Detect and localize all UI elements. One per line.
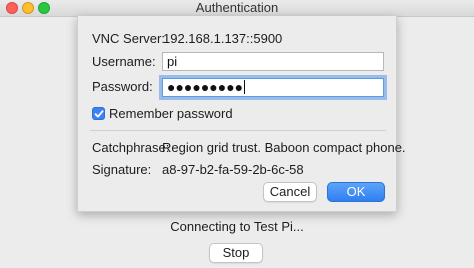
- signature-value: a8-97-b2-fa-59-2b-6c-58: [162, 162, 304, 177]
- catchphrase-label: Catchphrase:: [92, 140, 170, 155]
- ok-button[interactable]: OK: [327, 182, 385, 202]
- text-caret: [244, 80, 246, 94]
- password-field[interactable]: ●●●●●●●●●: [162, 78, 384, 97]
- connection-status-text: Connecting to Test Pi...: [170, 219, 304, 234]
- checkmark-icon: [94, 110, 104, 118]
- stop-button[interactable]: Stop: [209, 243, 263, 263]
- password-label: Password:: [92, 79, 153, 94]
- section-divider: [90, 130, 386, 131]
- catchphrase-value: Region grid trust. Baboon compact phone.: [162, 140, 406, 155]
- title-bar: Authentication: [0, 0, 474, 17]
- remember-password-checkbox[interactable]: [92, 107, 105, 120]
- window-title: Authentication: [195, 0, 279, 15]
- signature-label: Signature:: [92, 162, 152, 177]
- authentication-sheet: VNC Server: 192.168.1.137::5900 Username…: [77, 16, 406, 212]
- vnc-server-value: 192.168.1.137::5900: [163, 31, 283, 46]
- vnc-server-label: VNC Server:: [92, 31, 165, 46]
- username-field[interactable]: pi: [162, 52, 384, 71]
- cancel-button[interactable]: Cancel: [263, 182, 317, 202]
- remember-password-label[interactable]: Remember password: [109, 106, 233, 121]
- username-label: Username:: [92, 54, 156, 69]
- password-masked-value: ●●●●●●●●●: [167, 79, 244, 95]
